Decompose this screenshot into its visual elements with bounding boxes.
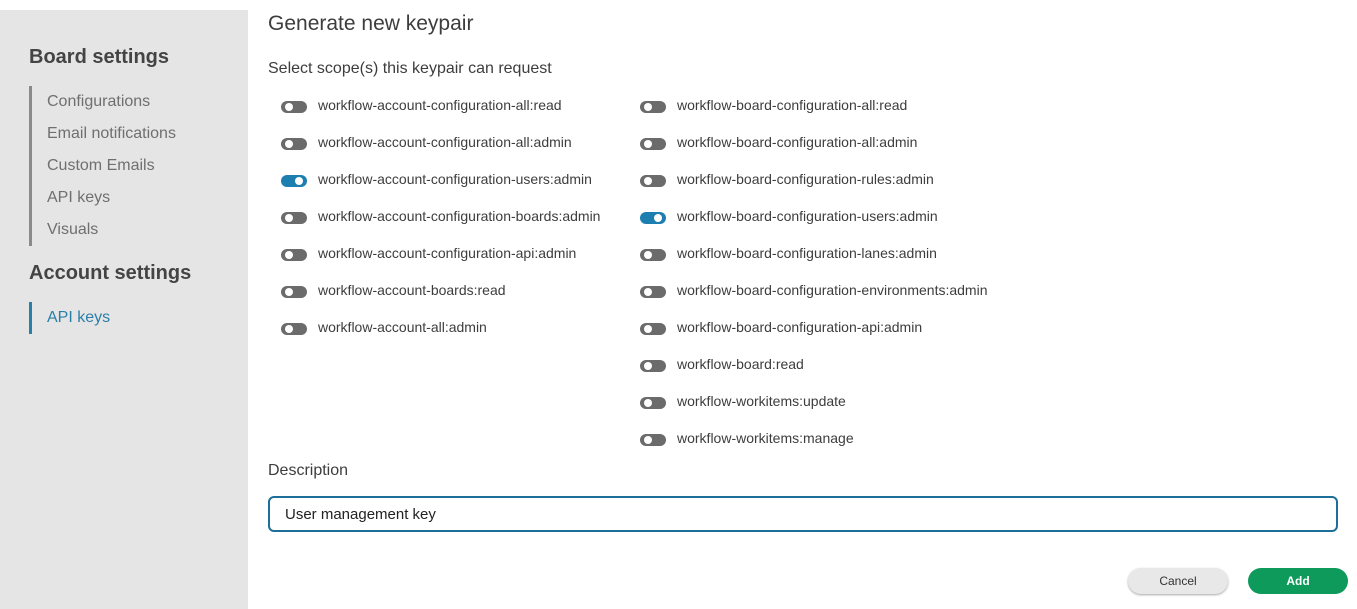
board-settings-nav: Configurations Email notifications Custo… xyxy=(29,86,176,246)
toggle-knob xyxy=(285,102,293,111)
scope-label: workflow-board:read xyxy=(677,355,804,372)
toggle-switch[interactable] xyxy=(640,285,666,298)
toggle-knob xyxy=(644,398,652,407)
board-settings-heading: Board settings xyxy=(29,46,170,68)
scope-label: workflow-board-configuration-api:admin xyxy=(677,318,923,335)
toggle-switch[interactable] xyxy=(640,211,666,224)
sidebar-item-email-notifications[interactable]: Email notifications xyxy=(47,118,176,150)
sidebar-item-board-api-keys[interactable]: API keys xyxy=(47,182,176,214)
scope-label: workflow-workitems:manage xyxy=(677,429,854,446)
cancel-button[interactable]: Cancel xyxy=(1128,568,1228,594)
scope-label: workflow-account-configuration-all:read xyxy=(318,96,562,113)
scope-toggle-row[interactable]: workflow-board-configuration-all:read xyxy=(640,86,987,123)
toggle-knob xyxy=(644,361,652,370)
scope-label: workflow-board-configuration-environment… xyxy=(677,281,988,298)
toggle-knob xyxy=(285,213,293,222)
account-settings-heading: Account settings xyxy=(29,262,192,284)
toggle-knob xyxy=(644,176,652,185)
description-input[interactable] xyxy=(268,496,1338,532)
scope-toggle-row[interactable]: workflow-account-boards:read xyxy=(281,271,600,308)
scope-toggle-row[interactable]: workflow-workitems:update xyxy=(640,382,987,419)
scope-label: workflow-account-configuration-users:adm… xyxy=(318,170,592,187)
scope-label: workflow-account-configuration-all:admin xyxy=(318,133,572,150)
toggle-knob xyxy=(295,176,303,185)
toggle-switch[interactable] xyxy=(640,433,666,446)
page-title: Generate new keypair xyxy=(268,12,474,35)
toggle-switch[interactable] xyxy=(281,100,307,113)
scope-label: workflow-board-configuration-all:read xyxy=(677,96,908,113)
scope-label: workflow-board-configuration-lanes:admin xyxy=(677,244,937,261)
scope-toggle-row[interactable]: workflow-account-configuration-users:adm… xyxy=(281,160,600,197)
toggle-knob xyxy=(644,435,652,444)
toggle-switch[interactable] xyxy=(281,322,307,335)
toggle-switch[interactable] xyxy=(281,248,307,261)
toggle-knob xyxy=(644,324,652,333)
scope-toggle-row[interactable]: workflow-board:read xyxy=(640,345,987,382)
toggle-switch[interactable] xyxy=(640,322,666,335)
scope-toggle-row[interactable]: workflow-workitems:manage xyxy=(640,419,987,456)
scope-toggle-row[interactable]: workflow-board-configuration-rules:admin xyxy=(640,160,987,197)
toggle-switch[interactable] xyxy=(640,359,666,372)
toggle-knob xyxy=(644,102,652,111)
scope-label: workflow-account-all:admin xyxy=(318,318,487,335)
scope-label: workflow-board-configuration-users:admin xyxy=(677,207,938,224)
toggle-knob xyxy=(285,250,293,259)
toggle-switch[interactable] xyxy=(640,100,666,113)
board-scopes-column: workflow-board-configuration-all:read wor… xyxy=(640,86,987,456)
scope-toggle-row[interactable]: workflow-board-configuration-api:admin xyxy=(640,308,987,345)
toggle-switch[interactable] xyxy=(281,174,307,187)
description-label: Description xyxy=(268,462,349,479)
scope-toggle-row[interactable]: workflow-account-all:admin xyxy=(281,308,600,345)
scope-section-label: Select scope(s) this keypair can request xyxy=(268,60,552,77)
scope-toggle-row[interactable]: workflow-board-configuration-environment… xyxy=(640,271,987,308)
scope-toggle-row[interactable]: workflow-board-configuration-all:admin xyxy=(640,123,987,160)
toggle-switch[interactable] xyxy=(281,137,307,150)
account-settings-nav: API keys xyxy=(29,302,110,334)
toggle-knob xyxy=(644,287,652,296)
sidebar-item-custom-emails[interactable]: Custom Emails xyxy=(47,150,176,182)
scope-label: workflow-workitems:update xyxy=(677,392,846,409)
toggle-switch[interactable] xyxy=(640,137,666,150)
settings-sidebar: Board settings Configurations Email noti… xyxy=(0,10,248,609)
toggle-knob xyxy=(644,139,652,148)
scope-label: workflow-account-configuration-api:admin xyxy=(318,244,577,261)
account-scopes-column: workflow-account-configuration-all:read w… xyxy=(281,86,600,345)
scope-toggle-row[interactable]: workflow-board-configuration-lanes:admin xyxy=(640,234,987,271)
toggle-switch[interactable] xyxy=(281,211,307,224)
toggle-knob xyxy=(285,139,293,148)
toggle-knob xyxy=(285,287,293,296)
scope-label: workflow-board-configuration-rules:admin xyxy=(677,170,934,187)
toggle-switch[interactable] xyxy=(281,285,307,298)
sidebar-item-visuals[interactable]: Visuals xyxy=(47,214,176,246)
scope-label: workflow-board-configuration-all:admin xyxy=(677,133,918,150)
sidebar-item-account-api-keys[interactable]: API keys xyxy=(47,302,110,334)
toggle-switch[interactable] xyxy=(640,248,666,261)
generate-keypair-panel: Generate new keypair Select scope(s) thi… xyxy=(248,0,1357,609)
toggle-knob xyxy=(644,250,652,259)
toggle-switch[interactable] xyxy=(640,396,666,409)
toggle-knob xyxy=(285,324,293,333)
scope-label: workflow-account-boards:read xyxy=(318,281,506,298)
scope-toggle-row[interactable]: workflow-board-configuration-users:admin xyxy=(640,197,987,234)
scope-label: workflow-account-configuration-boards:ad… xyxy=(318,207,601,224)
scope-toggle-row[interactable]: workflow-account-configuration-boards:ad… xyxy=(281,197,600,234)
sidebar-item-configurations[interactable]: Configurations xyxy=(47,86,176,118)
scope-toggle-row[interactable]: workflow-account-configuration-all:read xyxy=(281,86,600,123)
toggle-switch[interactable] xyxy=(640,174,666,187)
add-button[interactable]: Add xyxy=(1248,568,1348,594)
toggle-knob xyxy=(654,213,662,222)
scope-toggle-row[interactable]: workflow-account-configuration-api:admin xyxy=(281,234,600,271)
scope-toggle-row[interactable]: workflow-account-configuration-all:admin xyxy=(281,123,600,160)
